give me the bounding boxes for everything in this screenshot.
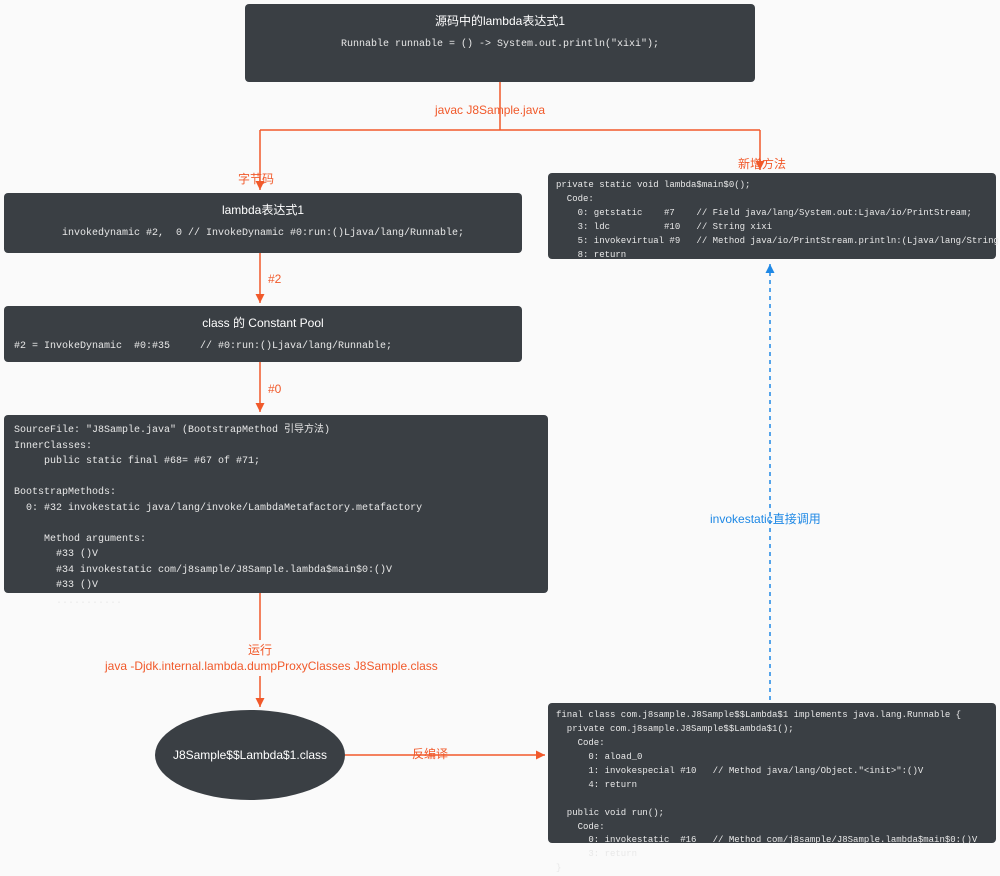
box6-code: final class com.j8sample.J8Sample$$Lambd… — [556, 709, 988, 876]
box4-title: class 的 Constant Pool — [14, 314, 512, 333]
decompiled-class-box: final class com.j8sample.J8Sample$$Lambd… — [548, 703, 996, 843]
label-javac: javac J8Sample.java — [435, 103, 545, 117]
bootstrap-methods-box: SourceFile: "J8Sample.java" (BootstrapMe… — [4, 415, 548, 593]
lambda-class-ellipse: J8Sample$$Lambda$1.class — [155, 710, 345, 800]
source-lambda-box: 源码中的lambda表达式1 Runnable runnable = () ->… — [245, 4, 755, 82]
label-ref2: #2 — [268, 272, 281, 286]
lambda-bytecode-box: lambda表达式1 invokedynamic #2, 0 // Invoke… — [4, 193, 522, 253]
label-run: 运行 — [248, 641, 272, 658]
ellipse-text: J8Sample$$Lambda$1.class — [173, 748, 327, 762]
label-bytecode: 字节码 — [238, 170, 274, 187]
generated-method-box: private static void lambda$main$0(); Cod… — [548, 173, 996, 259]
constant-pool-box: class 的 Constant Pool #2 = InvokeDynamic… — [4, 306, 522, 362]
label-ref0: #0 — [268, 382, 281, 396]
label-invokestatic: invokestatic直接调用 — [710, 510, 821, 527]
box1-code: Runnable runnable = () -> System.out.pri… — [255, 37, 745, 53]
box2-title: lambda表达式1 — [14, 201, 512, 220]
box1-title: 源码中的lambda表达式1 — [255, 12, 745, 31]
box2-code: invokedynamic #2, 0 // InvokeDynamic #0:… — [14, 226, 512, 242]
label-newmethod: 新增方法 — [738, 155, 786, 172]
box5-code: SourceFile: "J8Sample.java" (BootstrapMe… — [14, 423, 538, 609]
label-dump: java -Djdk.internal.lambda.dumpProxyClas… — [105, 659, 438, 673]
box3-code: private static void lambda$main$0(); Cod… — [556, 179, 988, 263]
box4-code: #2 = InvokeDynamic #0:#35 // #0:run:()Lj… — [14, 339, 512, 355]
label-decompile: 反编译 — [412, 745, 448, 762]
